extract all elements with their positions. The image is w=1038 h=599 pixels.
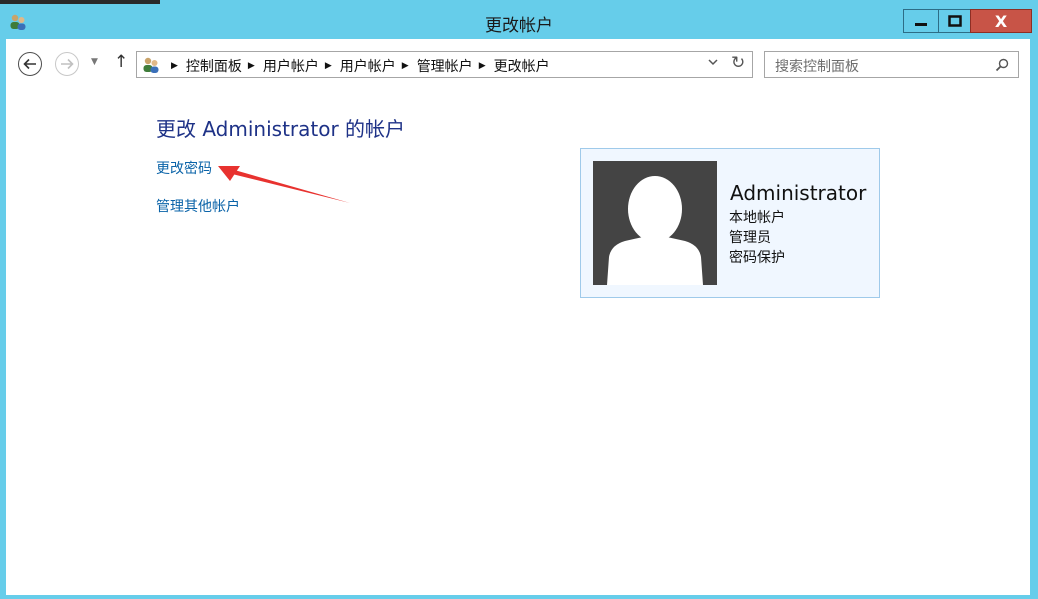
page-title: 更改 Administrator 的帐户 — [156, 117, 406, 141]
close-icon: X — [994, 11, 1008, 31]
change-password-link[interactable]: 更改密码 — [156, 158, 212, 178]
chevron-right-icon[interactable]: ▶ — [248, 61, 255, 71]
search-placeholder: 搜索控制面板 — [775, 59, 859, 75]
chevron-right-icon[interactable]: ▶ — [402, 61, 409, 71]
account-name: Administrator — [730, 181, 867, 205]
user-silhouette-icon — [593, 161, 717, 285]
address-history-chevron-icon[interactable] — [707, 56, 719, 71]
account-card: Administrator 本地帐户 管理员 密码保护 — [580, 148, 880, 298]
breadcrumb-user-accounts-sub[interactable]: 用户帐户 — [340, 56, 396, 76]
chevron-right-icon[interactable]: ▶ — [479, 61, 486, 71]
back-button[interactable] — [18, 52, 42, 76]
account-password-status: 密码保护 — [729, 250, 785, 266]
breadcrumb-change-account[interactable]: 更改帐户 — [494, 56, 550, 76]
account-type: 本地帐户 — [729, 210, 785, 226]
forward-arrow-icon — [61, 58, 74, 70]
window-frame: 更改帐户 X ▼ ↑ ▶ 控制面板 ▶ 用户帐户 ▶ 用户帐户 ▶ 管理帐户 ▶… — [0, 0, 1038, 599]
forward-button[interactable] — [55, 52, 79, 76]
window-title: 更改帐户 — [485, 16, 553, 36]
minimize-icon — [915, 23, 927, 26]
breadcrumb-user-accounts[interactable]: 用户帐户 — [263, 56, 319, 76]
title-bar[interactable]: 更改帐户 X — [0, 5, 1038, 39]
maximize-icon — [947, 15, 962, 27]
breadcrumb-control-panel[interactable]: 控制面板 — [186, 56, 242, 76]
content-area: ▼ ↑ ▶ 控制面板 ▶ 用户帐户 ▶ 用户帐户 ▶ 管理帐户 ▶ 更改帐户 ↻… — [6, 39, 1030, 595]
maximize-button[interactable] — [938, 9, 971, 33]
chevron-right-icon[interactable]: ▶ — [325, 61, 332, 71]
red-annotation-arrow — [218, 166, 350, 203]
back-arrow-icon — [23, 58, 36, 70]
minimize-button[interactable] — [903, 9, 939, 33]
account-role: 管理员 — [729, 230, 771, 246]
address-bar[interactable]: ▶ 控制面板 ▶ 用户帐户 ▶ 用户帐户 ▶ 管理帐户 ▶ 更改帐户 ↻ — [136, 51, 753, 78]
users-folder-icon — [141, 55, 161, 75]
up-arrow-icon[interactable]: ↑ — [114, 52, 128, 72]
background-window-strip — [0, 0, 160, 4]
refresh-icon[interactable]: ↻ — [731, 53, 745, 73]
search-icon[interactable] — [995, 57, 1009, 76]
close-button[interactable]: X — [970, 9, 1032, 33]
user-avatar — [593, 161, 717, 285]
search-box[interactable]: 搜索控制面板 — [764, 51, 1019, 78]
recent-locations-dropdown-icon[interactable]: ▼ — [91, 57, 98, 67]
breadcrumb-manage-accounts[interactable]: 管理帐户 — [417, 56, 473, 76]
navigation-bar: ▼ ↑ ▶ 控制面板 ▶ 用户帐户 ▶ 用户帐户 ▶ 管理帐户 ▶ 更改帐户 ↻… — [6, 39, 1030, 89]
chevron-right-icon[interactable]: ▶ — [171, 61, 178, 71]
breadcrumb: ▶ 控制面板 ▶ 用户帐户 ▶ 用户帐户 ▶ 管理帐户 ▶ 更改帐户 — [165, 56, 550, 76]
